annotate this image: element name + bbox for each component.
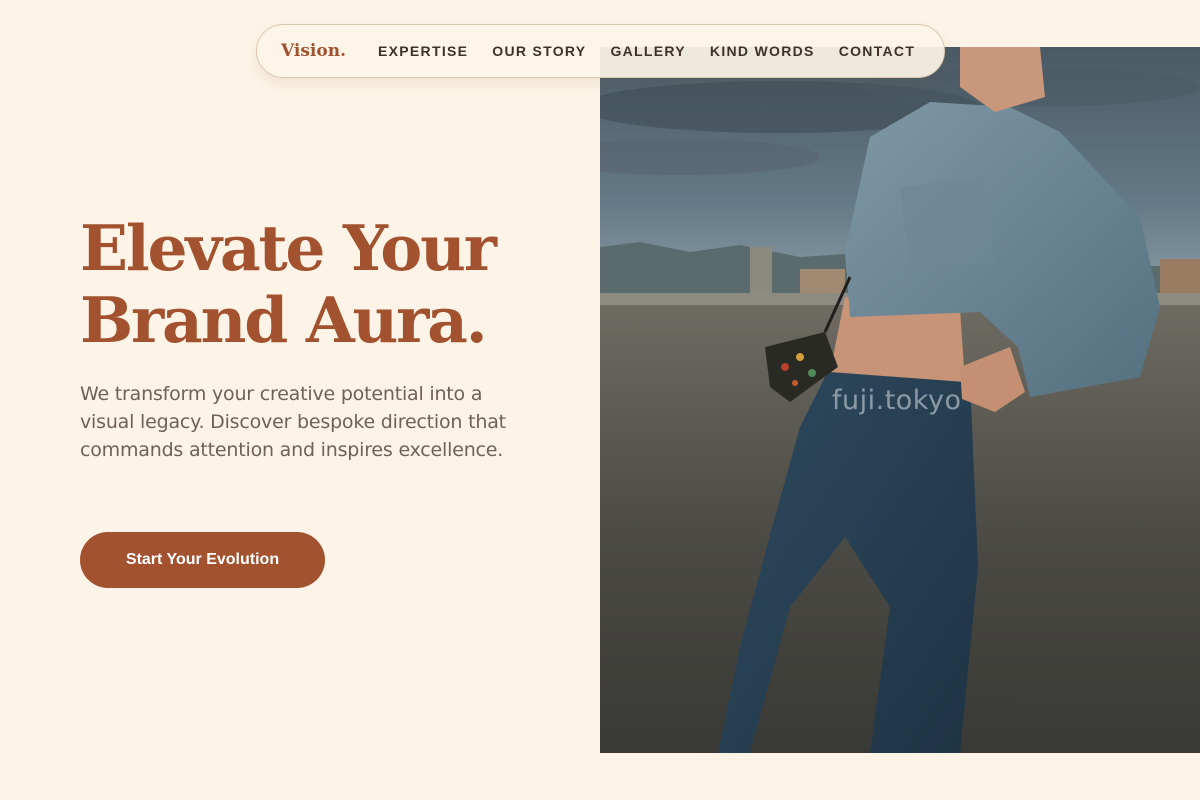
hero-headline: Elevate Your Brand Aura.: [80, 212, 580, 356]
nav-link-contact[interactable]: CONTACT: [839, 43, 916, 59]
nav-link-expertise[interactable]: EXPERTISE: [378, 43, 468, 59]
hero-headline-line-1: Elevate Your: [80, 211, 497, 285]
start-evolution-button[interactable]: Start Your Evolution: [80, 532, 325, 588]
brand-logo[interactable]: Vision.: [281, 41, 346, 61]
hero-headline-line-2: Brand Aura.: [80, 283, 488, 357]
photo-watermark: fuji.tokyo: [832, 385, 962, 416]
nav-link-kind-words[interactable]: KIND WORDS: [710, 43, 815, 59]
nav-link-gallery[interactable]: GALLERY: [610, 43, 685, 59]
hero-subtitle: We transform your creative potential int…: [80, 383, 506, 461]
hero-photo: fuji.tokyo: [600, 47, 1200, 753]
nav-link-our-story[interactable]: OUR STORY: [492, 43, 586, 59]
main-nav: Vision. EXPERTISE OUR STORY GALLERY KIND…: [256, 24, 945, 78]
